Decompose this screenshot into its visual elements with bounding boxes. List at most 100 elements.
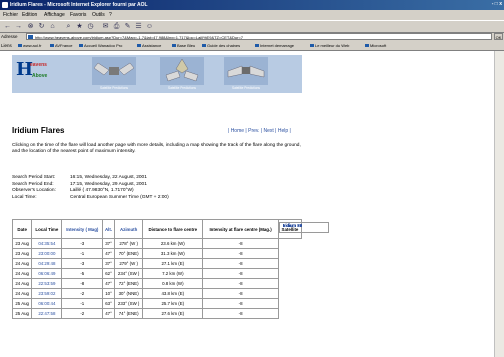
link-item[interactable]: Base Bleu (172, 43, 195, 48)
link-icon (79, 44, 83, 48)
satellite-image-1[interactable]: Satellite Predictions (92, 57, 136, 90)
forward-icon[interactable]: → (14, 22, 23, 31)
search-icon[interactable]: ⌕ (64, 22, 73, 31)
cell-azimuth: 70° (ENE) (113, 248, 144, 259)
link-item[interactable]: Le meilleur du Web (310, 43, 349, 48)
col-distance: Distance to flare centre (142, 219, 204, 239)
flare-time-link[interactable]: 22:53:59 (31, 278, 63, 289)
col-alt[interactable]: Alt. (102, 219, 115, 239)
cell-azimuth: 74° (ENE) (113, 308, 144, 319)
flare-time-link[interactable]: 04:29:48 (31, 258, 63, 269)
cell-intensity: -1 (61, 248, 104, 259)
link-icon (137, 44, 141, 48)
link-item[interactable]: Assistance (137, 43, 161, 48)
cell-distance: 27.6 km (E) (142, 308, 204, 319)
flare-time-link[interactable]: 06:00:44 (31, 298, 63, 309)
window-controls[interactable]: - □ x (492, 1, 502, 7)
flare-time-link[interactable]: 23:59:02 (31, 288, 63, 299)
cell-alt: 37° (102, 238, 115, 249)
intro-text: Clicking on the time of the flare will l… (12, 143, 301, 154)
address-url: http://www.heavens-above.com/iridium.asp… (35, 35, 244, 40)
menu-tools[interactable]: Outils (92, 12, 105, 18)
cell-alt: 47° (102, 248, 115, 259)
stop-icon[interactable]: ⊗ (26, 22, 35, 31)
cell-intensity: -1 (61, 298, 104, 309)
cell-alt: 63° (102, 298, 115, 309)
cell-intensity: -2 (61, 288, 104, 299)
mail-icon[interactable]: ✉ (101, 22, 110, 31)
link-icon (172, 44, 176, 48)
window-titlebar: Iridium Flares - Microsoft Internet Expl… (0, 0, 504, 10)
satellite-link[interactable]: Iridium 65 (278, 221, 329, 233)
go-button[interactable]: OK (494, 33, 503, 40)
satellite-icon (92, 57, 136, 85)
cell-centre-intensity: -8 (202, 238, 279, 249)
home-icon[interactable]: ⌂ (48, 22, 57, 31)
discuss-icon[interactable]: ☰ (134, 22, 143, 31)
cell-intensity: -3 (61, 238, 104, 249)
table-row: 23 Aug 04:35:54 -3 37° 278° (W ) 23.6 km (W) -… (11, 221, 329, 249)
flare-time-link[interactable]: 04:35:54 (31, 238, 63, 249)
cell-date: 24 Aug (11, 288, 33, 299)
link-icon (365, 44, 369, 48)
edit-icon[interactable]: ✎ (123, 22, 132, 31)
param-row: Search Period Start: 16:15, Wednesday, 22… (12, 175, 147, 180)
link-item[interactable]: Accueil Wanadoo Pro (79, 43, 122, 48)
cell-distance: 25.7 km (E) (142, 298, 204, 309)
address-input[interactable]: http://www.heavens-above.com/iridium.asp… (26, 33, 492, 40)
cell-date: 24 Aug (11, 278, 33, 289)
link-item[interactable]: Guide des chaines (202, 43, 240, 48)
favorites-icon[interactable]: ★ (75, 22, 84, 31)
link-item[interactable]: Microsoft (365, 43, 386, 48)
satellite-icon (224, 57, 268, 85)
menu-help[interactable]: ? (109, 12, 112, 18)
satellite-image-2[interactable]: Satellite Predictions (160, 57, 204, 90)
cell-alt: 62° (102, 268, 115, 279)
cell-intensity: -2 (61, 308, 104, 319)
satellite-image-3[interactable]: Satellite Predictions (224, 57, 268, 90)
flare-time-link[interactable]: 06:06:49 (31, 268, 63, 279)
cell-azimuth: 278° (W ) (113, 238, 144, 249)
param-row: Observer's Location: Laillé ( 47.9830°N, … (12, 188, 134, 194)
messenger-icon[interactable]: ☺ (145, 22, 154, 31)
col-intensity[interactable]: Intensity ( Mag) (61, 219, 104, 239)
flare-time-link[interactable]: 22:47:58 (31, 308, 63, 319)
site-logo[interactable]: H eavens Above (16, 59, 52, 89)
flares-table: Date Local Time Intensity ( Mag) Alt. Az… (11, 219, 329, 319)
flare-time-link[interactable]: 23:00:00 (31, 248, 63, 259)
link-item[interactable]: Internet demarrage (255, 43, 294, 48)
menu-file[interactable]: Fichier (3, 12, 18, 18)
menu-edit[interactable]: Edition (22, 12, 37, 18)
menu-view[interactable]: Affichage (44, 12, 65, 18)
address-bar: Adresse http://www.heavens-above.com/iri… (0, 32, 504, 41)
window-title: Iridium Flares - Microsoft Internet Expl… (10, 2, 148, 8)
table-row: 23 Aug 23:00:00 -1 47° 70° (ENE) 31.3 km (W) -… (11, 221, 329, 259)
link-item[interactable]: AVFrance (50, 43, 73, 48)
menu-favorites[interactable]: Favoris (70, 12, 86, 18)
cell-date: 23 Aug (11, 238, 33, 249)
link-item[interactable]: www.aol.fr (18, 43, 41, 48)
link-icon (50, 44, 54, 48)
cell-azimuth: 30° (NNE) (113, 288, 144, 299)
history-icon[interactable]: ◷ (86, 22, 95, 31)
vertical-scrollbar[interactable] (494, 51, 504, 357)
refresh-icon[interactable]: ↻ (37, 22, 46, 31)
cell-intensity: -8 (61, 278, 104, 289)
cell-date: 24 Aug (11, 258, 33, 269)
col-azimuth[interactable]: Azimuth (113, 219, 144, 239)
address-label: Adresse (1, 34, 18, 39)
cell-date: 23 Aug (11, 248, 33, 259)
print-icon[interactable]: ⎙ (112, 22, 121, 31)
cell-centre-intensity: -8 (202, 288, 279, 299)
links-label: Liens (1, 43, 12, 48)
cell-centre-intensity: -8 (202, 248, 279, 259)
link-icon (18, 44, 22, 48)
table-row: 24 Aug 22:53:59 -8 47° 72° (ENE) 0.8 km (W) -8… (11, 221, 329, 289)
cell-date: 24 Aug (11, 268, 33, 279)
cell-alt: 10° (102, 288, 115, 299)
nav-links[interactable]: | Home | Prev. | Next | Help | (228, 128, 291, 134)
cell-distance: 43.8 km (E) (142, 288, 204, 299)
back-icon[interactable]: ← (3, 22, 12, 31)
cell-distance: 0.8 km (W) (142, 278, 204, 289)
col-intensity-centre: Intensity at flare centre (Mag.) (202, 219, 279, 239)
